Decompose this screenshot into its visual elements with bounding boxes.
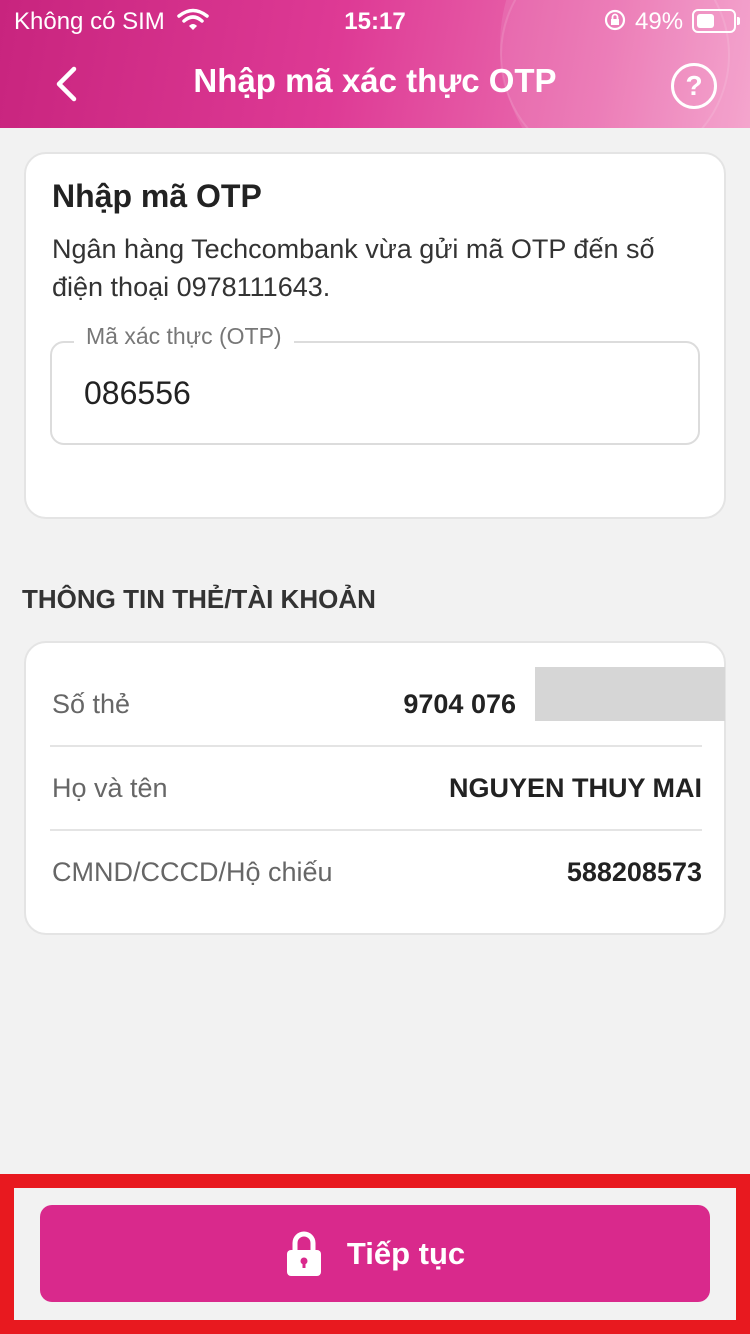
account-info-card: Số thẻ 9704 076 Họ và tên NGUYEN THUY MA…: [24, 641, 726, 935]
otp-input[interactable]: [84, 375, 664, 412]
battery-percent: 49%: [635, 8, 684, 35]
continue-label: Tiếp tục: [346, 1235, 466, 1271]
card-number-row: Số thẻ 9704 076: [50, 643, 725, 727]
status-bar: Không có SIM 15:17 49%: [0, 0, 750, 42]
otp-field[interactable]: Mã xác thực (OTP): [50, 323, 700, 445]
continue-button[interactable]: Tiếp tục: [40, 1205, 710, 1302]
rotation-lock-icon: [604, 9, 626, 38]
full-name-row: Họ và tên NGUYEN THUY MAI: [50, 727, 702, 811]
page-title: Nhập mã xác thực OTP: [193, 62, 557, 99]
id-number-row: CMND/CCCD/Hộ chiếu 588208573: [50, 811, 702, 895]
id-number-value: 588208573: [566, 857, 702, 887]
card-number-value: 9704 076: [403, 689, 516, 719]
otp-field-label: Mã xác thực (OTP): [74, 323, 294, 350]
otp-description: Ngân hàng Techcombank vừa gửi mã OTP đến…: [52, 234, 655, 302]
battery-icon: [692, 9, 740, 33]
otp-card: Nhập mã OTP Ngân hàng Techcombank vừa gử…: [24, 152, 726, 519]
card-number-label: Số thẻ: [52, 689, 131, 719]
full-name-label: Họ và tên: [52, 773, 168, 803]
app-header: Không có SIM 15:17 49% Nhập mã xác thực …: [0, 0, 750, 128]
id-number-label: CMND/CCCD/Hộ chiếu: [52, 857, 333, 887]
section-title: THÔNG TIN THẺ/TÀI KHOẢN: [22, 584, 376, 614]
otp-title: Nhập mã OTP: [52, 178, 262, 214]
help-icon: ?: [685, 70, 703, 101]
lock-icon: [286, 1231, 321, 1276]
full-name-value: NGUYEN THUY MAI: [448, 773, 702, 803]
help-button[interactable]: ?: [671, 63, 717, 109]
redacted-block: [535, 667, 725, 721]
